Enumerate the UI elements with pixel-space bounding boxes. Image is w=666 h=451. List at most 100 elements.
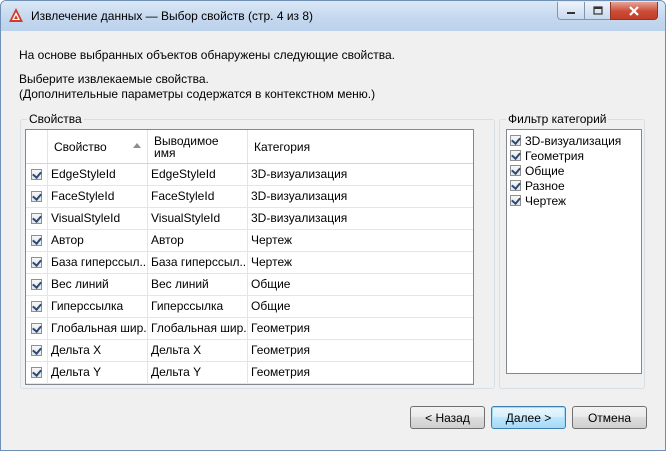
close-button[interactable] [610, 2, 658, 20]
row-checkbox[interactable] [31, 191, 42, 202]
row-checkbox-cell [26, 164, 48, 185]
row-checkbox-cell [26, 362, 48, 383]
table-row[interactable]: FaceStyleId FaceStyleId 3D-визуализация [26, 186, 473, 208]
category-cell: Геометрия [251, 365, 310, 379]
instruction-message: Выберите извлекаемые свойства. [19, 72, 209, 86]
column-header-category-label: Категория [254, 139, 311, 154]
filter-item[interactable]: Общие [510, 163, 564, 178]
display-name-cell: EdgeStyleId [148, 164, 248, 185]
category-cell: 3D-визуализация [251, 167, 348, 181]
display-name-cell: Глобальная шир... [148, 318, 248, 339]
row-checkbox-cell [26, 296, 48, 317]
row-checkbox[interactable] [31, 213, 42, 224]
category-cell: 3D-визуализация [251, 211, 348, 225]
table-row[interactable]: Глобальная шир... Глобальная шир... Геомет… [26, 318, 473, 340]
filter-item-label: Чертеж [525, 193, 567, 208]
column-header-display-name[interactable]: Выводимое имя [148, 130, 248, 163]
column-header-property[interactable]: Свойство [48, 130, 148, 163]
sort-ascending-icon [133, 143, 141, 148]
category-cell: Чертеж [251, 233, 293, 247]
property-name-cell: Автор [48, 230, 148, 251]
maximize-button[interactable] [584, 2, 611, 20]
filter-item[interactable]: Геометрия [510, 148, 584, 163]
maximize-icon [592, 6, 603, 15]
table-row[interactable]: Гиперссылка Гиперссылка Общие [26, 296, 473, 318]
back-button[interactable]: < Назад [410, 406, 485, 429]
row-checkbox-cell [26, 318, 48, 339]
row-checkbox-cell [26, 340, 48, 361]
row-checkbox-cell [26, 252, 48, 273]
table-row[interactable]: Дельта Y Дельта Y Геометрия [26, 362, 473, 384]
filter-checkbox[interactable] [510, 135, 521, 146]
property-name-cell: Гиперссылка [48, 296, 148, 317]
next-button[interactable]: Далее > [491, 406, 566, 429]
row-checkbox-cell [26, 274, 48, 295]
context-menu-hint: (Дополнительные параметры содержатся в к… [19, 87, 376, 101]
row-checkbox[interactable] [31, 301, 42, 312]
row-checkbox[interactable] [31, 279, 42, 290]
cancel-button[interactable]: Отмена [572, 406, 647, 429]
filter-item[interactable]: Чертеж [510, 193, 566, 208]
filter-checkbox[interactable] [510, 180, 521, 191]
grid-header: Свойство Выводимое имя Категория [26, 130, 473, 164]
table-row[interactable]: Вес линий Вес линий Общие [26, 274, 473, 296]
filter-item-label: Разное [525, 178, 565, 193]
row-checkbox[interactable] [31, 323, 42, 334]
close-icon [629, 5, 639, 16]
category-cell: Геометрия [251, 343, 310, 357]
row-checkbox[interactable] [31, 367, 42, 378]
property-name-cell: VisualStyleId [48, 208, 148, 229]
filter-item-label: 3D-визуализация [525, 133, 622, 148]
column-header-display-name-label: Выводимое имя [154, 133, 219, 160]
table-row[interactable]: База гиперссыл... База гиперссыл... Чертеж [26, 252, 473, 274]
table-row[interactable]: Дельта X Дельта X Геометрия [26, 340, 473, 362]
minimize-button[interactable] [557, 2, 585, 20]
category-filter-label: Фильтр категорий [506, 112, 609, 126]
filter-item-label: Общие [525, 163, 565, 178]
table-row[interactable]: Автор Автор Чертеж [26, 230, 473, 252]
row-checkbox-cell [26, 186, 48, 207]
row-checkbox[interactable] [31, 257, 42, 268]
property-name-cell: FaceStyleId [48, 186, 148, 207]
filter-checkbox[interactable] [510, 165, 521, 176]
category-filter-list: 3D-визуализация Геометрия Общие Разное Черте… [506, 129, 642, 374]
column-header-property-label: Свойство [54, 139, 107, 154]
category-cell: Общие [251, 277, 291, 291]
property-name-cell: Дельта X [48, 340, 148, 361]
column-header-category[interactable]: Категория [248, 130, 473, 163]
properties-grid: Свойство Выводимое имя Категория EdgeStyl… [25, 129, 474, 385]
property-name-cell: Глобальная шир... [48, 318, 148, 339]
display-name-cell: Вес линий [148, 274, 248, 295]
table-row[interactable]: VisualStyleId VisualStyleId 3D-визуализаци… [26, 208, 473, 230]
display-name-cell: База гиперссыл... [148, 252, 248, 273]
row-checkbox-cell [26, 230, 48, 251]
property-name-cell: Вес линий [48, 274, 148, 295]
row-checkbox[interactable] [31, 169, 42, 180]
minimize-icon [567, 11, 575, 14]
filter-item-label: Геометрия [525, 148, 584, 163]
filter-item[interactable]: Разное [510, 178, 565, 193]
category-cell: Геометрия [251, 321, 310, 335]
window-title: Извлечение данных — Выбор свойств (стр. … [31, 9, 314, 23]
filter-checkbox[interactable] [510, 195, 521, 206]
display-name-cell: FaceStyleId [148, 186, 248, 207]
filter-checkbox[interactable] [510, 150, 521, 161]
filter-item[interactable]: 3D-визуализация [510, 133, 621, 148]
category-cell: Общие [251, 299, 291, 313]
property-name-cell: Дельта Y [48, 362, 148, 383]
autocad-app-icon [9, 8, 23, 22]
row-checkbox[interactable] [31, 345, 42, 356]
title-bar[interactable]: Извлечение данных — Выбор свойств (стр. … [1, 1, 665, 31]
display-name-cell: Автор [148, 230, 248, 251]
properties-group-label: Свойства [27, 112, 84, 126]
table-row[interactable]: EdgeStyleId EdgeStyleId 3D-визуализация [26, 164, 473, 186]
display-name-cell: Гиперссылка [148, 296, 248, 317]
header-checkbox-column[interactable] [26, 130, 48, 163]
property-name-cell: EdgeStyleId [48, 164, 148, 185]
display-name-cell: Дельта Y [148, 362, 248, 383]
dialog-window: Извлечение данных — Выбор свойств (стр. … [0, 0, 666, 451]
display-name-cell: VisualStyleId [148, 208, 248, 229]
display-name-cell: Дельта X [148, 340, 248, 361]
row-checkbox[interactable] [31, 235, 42, 246]
row-checkbox-cell [26, 208, 48, 229]
